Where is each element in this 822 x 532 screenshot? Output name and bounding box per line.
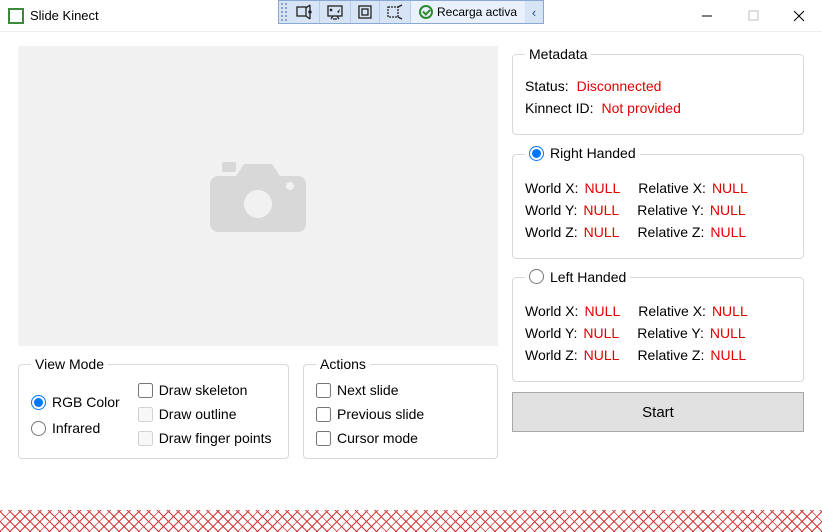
toolbar-btn-3[interactable] bbox=[351, 1, 380, 23]
draw-finger-label: Draw finger points bbox=[159, 430, 272, 446]
infrared-label: Infrared bbox=[52, 420, 100, 436]
table-row: World X: NULL Relative X: NULL bbox=[525, 303, 791, 319]
relative-y-label: Relative Y: bbox=[637, 325, 704, 341]
relative-x-value: NULL bbox=[712, 303, 748, 319]
relative-z-label: Relative Z: bbox=[637, 224, 704, 240]
table-row: World X: NULL Relative X: NULL bbox=[525, 180, 791, 196]
relative-y-label: Relative Y: bbox=[637, 202, 704, 218]
toolbar-grip-icon[interactable] bbox=[279, 1, 289, 23]
close-button[interactable] bbox=[776, 0, 822, 31]
cursor-mode-label: Cursor mode bbox=[337, 430, 418, 446]
world-x-value: NULL bbox=[584, 180, 620, 196]
draw-outline-label: Draw outline bbox=[159, 406, 237, 422]
world-z-value: NULL bbox=[584, 224, 620, 240]
relative-z-label: Relative Z: bbox=[637, 347, 704, 363]
world-y-label: World Y: bbox=[525, 325, 577, 341]
table-row: World Y: NULL Relative Y: NULL bbox=[525, 325, 791, 341]
status-label: Status: bbox=[525, 78, 569, 94]
toolbar-btn-2[interactable] bbox=[320, 1, 351, 23]
world-z-label: World Z: bbox=[525, 347, 578, 363]
previous-slide-label: Previous slide bbox=[337, 406, 424, 422]
window-title: Slide Kinect bbox=[30, 8, 99, 23]
minimize-button[interactable] bbox=[684, 0, 730, 31]
world-x-label: World X: bbox=[525, 303, 578, 319]
world-y-value: NULL bbox=[583, 325, 619, 341]
infrared-radio[interactable]: Infrared bbox=[31, 420, 120, 436]
relative-x-label: Relative X: bbox=[638, 303, 706, 319]
world-x-value: NULL bbox=[584, 303, 620, 319]
left-handed-legend: Left Handed bbox=[525, 269, 630, 288]
camera-preview bbox=[18, 46, 498, 346]
camera-placeholder-icon bbox=[198, 148, 318, 244]
kinect-id-value: Not provided bbox=[601, 100, 680, 116]
right-handed-legend: Right Handed bbox=[525, 145, 640, 164]
relative-z-value: NULL bbox=[710, 347, 746, 363]
right-handed-group: Right Handed World X:NULL Relative X:NUL… bbox=[512, 145, 804, 259]
draw-skeleton-check[interactable]: Draw skeleton bbox=[138, 382, 272, 398]
table-row: World Y: NULL Relative Y: NULL bbox=[525, 202, 791, 218]
kinect-id-label: Kinnect ID: bbox=[525, 100, 593, 116]
actions-legend: Actions bbox=[316, 356, 370, 372]
draw-skeleton-label: Draw skeleton bbox=[159, 382, 248, 398]
world-z-label: World Z: bbox=[525, 224, 578, 240]
draw-finger-check[interactable]: Draw finger points bbox=[138, 430, 272, 446]
relative-y-value: NULL bbox=[710, 325, 746, 341]
table-row: World Z: NULL Relative Z: NULL bbox=[525, 347, 791, 363]
rgb-color-label: RGB Color bbox=[52, 394, 120, 410]
world-z-value: NULL bbox=[584, 347, 620, 363]
view-mode-group: View Mode RGB Color Infrared bbox=[18, 356, 289, 459]
debug-toolbar: Recarga activa ‹ bbox=[278, 0, 544, 24]
world-y-label: World Y: bbox=[525, 202, 577, 218]
left-handed-group: Left Handed World X:NULL Relative X:NULL… bbox=[512, 269, 804, 383]
next-slide-check[interactable]: Next slide bbox=[316, 382, 485, 398]
next-slide-label: Next slide bbox=[337, 382, 398, 398]
metadata-group: Metadata Status: Disconnected Kinnect ID… bbox=[512, 46, 804, 135]
draw-outline-check[interactable]: Draw outline bbox=[138, 406, 272, 422]
previous-slide-check[interactable]: Previous slide bbox=[316, 406, 485, 422]
toolbar-btn-1[interactable] bbox=[289, 1, 320, 23]
hot-reload-label: Recarga activa bbox=[437, 5, 517, 19]
rgb-color-radio[interactable]: RGB Color bbox=[31, 394, 120, 410]
actions-group: Actions Next slide Previous slide Cursor… bbox=[303, 356, 498, 459]
toolbar-collapse-button[interactable]: ‹ bbox=[525, 1, 543, 23]
view-mode-legend: View Mode bbox=[31, 356, 108, 372]
right-handed-radio[interactable]: Right Handed bbox=[529, 145, 636, 161]
right-handed-label: Right Handed bbox=[550, 145, 636, 161]
left-handed-label: Left Handed bbox=[550, 269, 626, 285]
table-row: World Z: NULL Relative Z: NULL bbox=[525, 224, 791, 240]
start-button[interactable]: Start bbox=[512, 392, 804, 432]
metadata-legend: Metadata bbox=[525, 46, 591, 62]
checkmark-icon bbox=[419, 5, 433, 19]
relative-z-value: NULL bbox=[710, 224, 746, 240]
resize-hatch-decoration bbox=[0, 510, 822, 532]
app-icon bbox=[8, 8, 24, 24]
relative-x-value: NULL bbox=[712, 180, 748, 196]
relative-x-label: Relative X: bbox=[638, 180, 706, 196]
cursor-mode-check[interactable]: Cursor mode bbox=[316, 430, 485, 446]
relative-y-value: NULL bbox=[710, 202, 746, 218]
world-x-label: World X: bbox=[525, 180, 578, 196]
toolbar-btn-4[interactable] bbox=[380, 1, 411, 23]
content: View Mode RGB Color Infrared bbox=[0, 32, 822, 510]
maximize-button[interactable] bbox=[730, 0, 776, 31]
left-handed-radio[interactable]: Left Handed bbox=[529, 269, 626, 285]
status-value: Disconnected bbox=[577, 78, 662, 94]
hot-reload-status[interactable]: Recarga activa bbox=[411, 1, 525, 23]
world-y-value: NULL bbox=[583, 202, 619, 218]
titlebar: Slide Kinect Recarga activa ‹ bbox=[0, 0, 822, 32]
